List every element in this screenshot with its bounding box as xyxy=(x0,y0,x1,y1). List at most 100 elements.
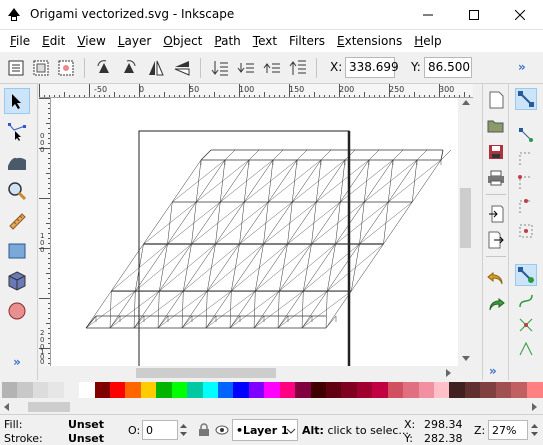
palette-swatch[interactable] xyxy=(279,382,296,398)
raise-to-top-icon[interactable] xyxy=(288,58,308,78)
palette-swatch[interactable] xyxy=(156,382,173,398)
palette-scroll-thumb[interactable] xyxy=(28,402,70,412)
stroke-value[interactable]: Unset xyxy=(68,432,104,445)
tweak-tool[interactable] xyxy=(4,148,30,174)
palette-swatch[interactable] xyxy=(449,382,466,398)
maximize-button[interactable] xyxy=(451,0,497,30)
print-button[interactable] xyxy=(486,168,506,188)
palette-swatch[interactable] xyxy=(171,382,188,398)
palette-swatch[interactable] xyxy=(356,382,373,398)
palette-swatch[interactable] xyxy=(495,382,512,398)
palette-swatch[interactable] xyxy=(418,382,435,398)
menu-layer[interactable]: Layer xyxy=(112,34,157,48)
palette-swatch[interactable] xyxy=(17,382,34,398)
palette-swatch[interactable] xyxy=(526,382,543,398)
undo-button[interactable] xyxy=(486,268,506,288)
snap-paths-button[interactable] xyxy=(515,290,537,312)
palette-scroll-right-icon[interactable] xyxy=(532,403,537,411)
rectangle-tool[interactable] xyxy=(4,238,30,264)
snap-nodes-button[interactable] xyxy=(515,264,537,286)
palette-swatch[interactable] xyxy=(341,382,358,398)
palette-swatch[interactable] xyxy=(480,382,497,398)
y-coordinate-input[interactable]: 86.500 xyxy=(424,57,472,78)
select-all-layers-icon[interactable] xyxy=(31,58,51,78)
drawing-canvas[interactable] xyxy=(51,98,458,366)
menu-filters[interactable]: Filters xyxy=(283,34,331,48)
toolbar-overflow-button[interactable]: » xyxy=(518,60,526,74)
snap-bbox-corners-button[interactable] xyxy=(515,172,537,194)
zoom-input[interactable]: 27% xyxy=(488,420,528,440)
zoom-tool[interactable] xyxy=(4,178,30,204)
rotate-cw-icon[interactable] xyxy=(119,58,139,78)
toolbox-expand-button[interactable]: » xyxy=(4,352,30,372)
palette-swatch[interactable] xyxy=(295,382,312,398)
palette-swatch[interactable] xyxy=(434,382,450,398)
palette-swatch[interactable] xyxy=(187,382,204,398)
scroll-down-arrow-icon[interactable] xyxy=(462,356,470,361)
horizontal-scroll-thumb[interactable] xyxy=(136,368,276,378)
close-button[interactable] xyxy=(497,0,543,30)
rotate-ccw-icon[interactable] xyxy=(94,58,114,78)
layer-lock-icon[interactable] xyxy=(198,423,210,437)
lower-to-bottom-icon[interactable] xyxy=(210,58,230,78)
minimize-button[interactable] xyxy=(405,0,451,30)
palette-swatch[interactable] xyxy=(233,382,250,398)
menu-text[interactable]: Text xyxy=(247,34,283,48)
palette-swatch[interactable] xyxy=(2,382,18,398)
palette-swatch[interactable] xyxy=(310,382,327,398)
raise-icon[interactable] xyxy=(262,58,282,78)
opacity-input[interactable]: 0 xyxy=(142,420,178,440)
palette-swatch[interactable] xyxy=(63,382,80,398)
palette-swatch[interactable] xyxy=(248,382,265,398)
scroll-right-arrow-icon[interactable] xyxy=(446,369,451,377)
palette-swatch[interactable] xyxy=(372,382,389,398)
open-button[interactable] xyxy=(486,116,506,136)
snap-bbox-centers-button[interactable] xyxy=(515,220,537,242)
snap-intersections-button[interactable] xyxy=(515,314,537,336)
menu-edit[interactable]: Edit xyxy=(36,34,71,48)
commands-overflow-button[interactable]: » xyxy=(489,364,497,378)
palette-swatch[interactable] xyxy=(110,382,126,398)
menu-path[interactable]: Path xyxy=(208,34,246,48)
palette-swatch[interactable] xyxy=(464,382,481,398)
menu-extensions[interactable]: Extensions xyxy=(331,34,408,48)
palette-swatch[interactable] xyxy=(79,382,96,398)
palette-swatch[interactable] xyxy=(387,382,404,398)
export-button[interactable] xyxy=(486,230,506,250)
menu-view[interactable]: View xyxy=(71,34,111,48)
x-coordinate-input[interactable]: 338.699 xyxy=(345,57,399,78)
palette-swatch[interactable] xyxy=(264,382,281,398)
palette-swatch[interactable] xyxy=(511,382,528,398)
zoom-spinner-icon[interactable] xyxy=(530,421,539,439)
palette-swatch[interactable] xyxy=(218,382,234,398)
vertical-ruler[interactable]: 0 0 0 1 0 0 2 0 0 1 0 0 xyxy=(39,98,51,366)
snap-cusp-nodes-button[interactable] xyxy=(515,338,537,360)
vertical-scrollbar[interactable] xyxy=(458,98,473,366)
snap-bbox-edges-button[interactable] xyxy=(515,148,537,170)
selector-tool[interactable] xyxy=(4,88,30,114)
opacity-spinner-icon[interactable] xyxy=(179,421,188,439)
3d-box-tool[interactable] xyxy=(4,268,30,294)
palette-swatch[interactable] xyxy=(48,382,65,398)
lower-icon[interactable] xyxy=(236,58,256,78)
node-tool[interactable] xyxy=(4,118,30,144)
flip-vertical-icon[interactable] xyxy=(172,58,192,78)
horizontal-ruler[interactable]: -50 0 50 100 150 200 250 300 xyxy=(39,84,473,98)
menu-file[interactable]: File xyxy=(4,34,36,48)
redo-button[interactable] xyxy=(486,294,506,314)
measure-tool[interactable] xyxy=(4,208,30,234)
snap-bbox-midpoints-button[interactable] xyxy=(515,196,537,218)
import-button[interactable] xyxy=(486,204,506,224)
save-button[interactable] xyxy=(486,142,506,162)
enable-snapping-button[interactable] xyxy=(515,88,537,110)
palette-swatch[interactable] xyxy=(125,382,142,398)
vertical-scroll-thumb[interactable] xyxy=(460,188,471,248)
fill-value[interactable]: Unset xyxy=(68,418,104,431)
menu-help[interactable]: Help xyxy=(408,34,447,48)
palette-swatch[interactable] xyxy=(326,382,342,398)
scroll-up-arrow-icon[interactable] xyxy=(462,100,470,105)
snap-bbox-button[interactable] xyxy=(515,124,537,146)
palette-swatch[interactable] xyxy=(140,382,157,398)
palette-scroll-left-icon[interactable] xyxy=(4,403,9,411)
ellipse-tool[interactable] xyxy=(4,298,30,324)
